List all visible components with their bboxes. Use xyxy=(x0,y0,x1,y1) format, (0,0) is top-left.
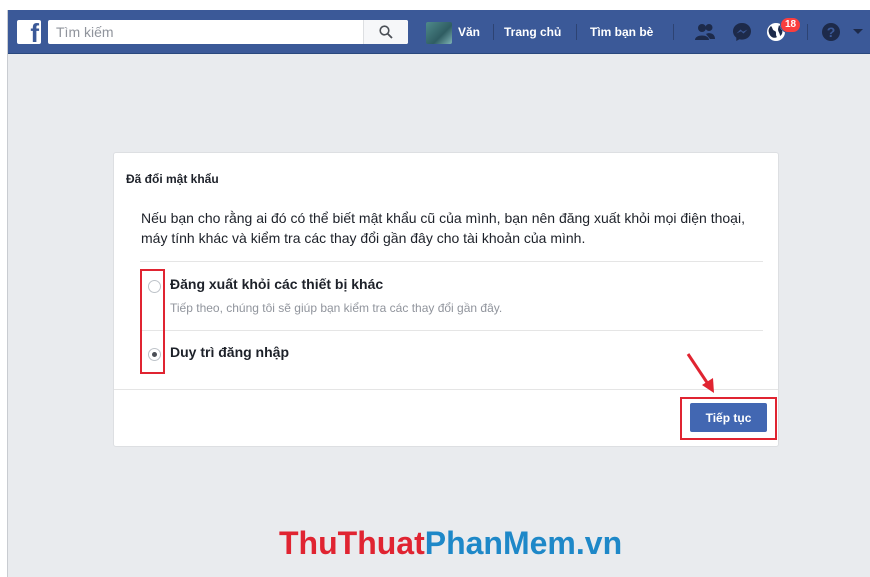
nav-home-link[interactable]: Trang chủ xyxy=(504,10,561,53)
divider xyxy=(673,24,674,40)
profile-link[interactable]: Văn xyxy=(458,10,480,53)
messenger-icon xyxy=(733,23,751,41)
nav-home-label: Trang chủ xyxy=(504,24,562,39)
search-icon xyxy=(379,25,393,39)
facebook-logo-icon[interactable]: f xyxy=(17,20,41,44)
account-menu-button[interactable] xyxy=(851,21,865,43)
divider xyxy=(807,24,808,40)
watermark-part-1: ThuThuat xyxy=(279,525,425,561)
messenger-button[interactable] xyxy=(731,21,753,43)
profile-name: Văn xyxy=(458,24,481,39)
browser-viewport: f Văn Trang chủ Tìm bạn bè xyxy=(7,10,870,577)
friend-requests-button[interactable] xyxy=(694,21,716,43)
help-icon: ? xyxy=(822,23,840,41)
divider xyxy=(493,24,494,40)
nav-find-friends-label: Tìm bạn bè xyxy=(590,24,654,39)
watermark-part-3: .vn xyxy=(575,525,623,561)
svg-text:?: ? xyxy=(827,24,836,40)
top-navigation-bar: f Văn Trang chủ Tìm bạn bè xyxy=(8,10,870,54)
button-highlight-box xyxy=(680,397,777,440)
search-input[interactable] xyxy=(48,20,360,44)
search-box xyxy=(48,20,408,44)
watermark-part-2: PhanMem xyxy=(424,525,576,561)
option-logout-label[interactable]: Đăng xuất khỏi các thiết bị khác xyxy=(170,276,383,292)
friends-icon xyxy=(695,24,715,40)
radio-highlight-box xyxy=(140,269,165,374)
notification-count-badge: 18 xyxy=(780,17,802,33)
annotation-arrow-icon xyxy=(686,353,714,393)
dialog-title: Đã đổi mật khẩu xyxy=(126,172,219,186)
option-stay-logged-in-label[interactable]: Duy trì đăng nhập xyxy=(170,344,289,360)
site-watermark: ThuThuatPhanMem.vn xyxy=(279,525,622,562)
divider xyxy=(140,330,763,331)
avatar[interactable] xyxy=(426,22,452,44)
caret-down-icon xyxy=(853,29,863,34)
nav-find-friends-link[interactable]: Tìm bạn bè xyxy=(590,10,653,53)
option-logout-description: Tiếp theo, chúng tôi sẽ giúp bạn kiểm tr… xyxy=(170,301,503,315)
password-changed-dialog: Đã đổi mật khẩu Nếu bạn cho rằng ai đó c… xyxy=(113,152,779,447)
search-button[interactable] xyxy=(363,20,408,44)
help-button[interactable]: ? xyxy=(820,21,842,43)
dialog-message: Nếu bạn cho rằng ai đó có thể biết mật k… xyxy=(141,210,745,246)
divider xyxy=(114,389,778,390)
divider xyxy=(140,261,763,262)
divider xyxy=(576,24,577,40)
